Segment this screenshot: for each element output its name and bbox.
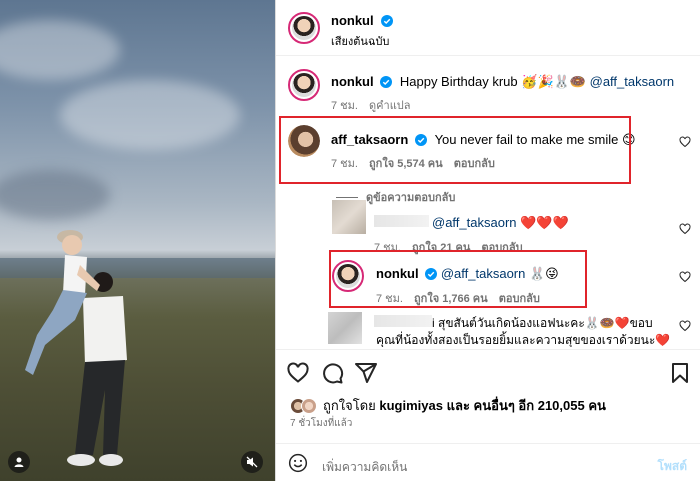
muted-speaker-icon <box>246 456 258 468</box>
reply-avatar[interactable] <box>328 312 362 344</box>
cloud <box>60 80 240 150</box>
post-panel: nonkul เสียงต้นฉบับ nonkul Happy Birthda… <box>275 0 700 481</box>
user-icon <box>14 457 24 467</box>
reply-body: ❤️❤️❤️ <box>520 215 569 230</box>
comment-icon[interactable] <box>320 361 344 385</box>
cloud <box>0 20 120 80</box>
caption-mention[interactable]: @aff_taksaorn <box>590 74 675 89</box>
post-author-username[interactable]: nonkul <box>331 13 374 28</box>
like-comment-icon[interactable] <box>679 136 691 148</box>
cloud <box>0 170 110 220</box>
tagged-users-button[interactable] <box>8 451 30 473</box>
avatar[interactable] <box>288 12 320 44</box>
reply-username[interactable] <box>374 315 432 327</box>
emoji-icon[interactable] <box>288 453 308 473</box>
audio-label[interactable]: เสียงต้นฉบับ <box>331 32 389 50</box>
post-time[interactable]: 7 ชั่วโมงที่แล้ว <box>290 416 352 431</box>
liker-username[interactable]: kugimiyas <box>379 398 443 413</box>
post-comment-button[interactable]: โพสต์ <box>658 457 687 476</box>
caption-time: 7 ชม. <box>331 100 358 112</box>
reply-mention[interactable]: @aff_taksaorn <box>432 215 517 230</box>
reply-text: @aff_taksaorn ❤️❤️❤️ <box>432 215 569 231</box>
likes-prefix: ถูกใจโดย <box>323 398 376 413</box>
like-comment-icon[interactable] <box>679 320 691 332</box>
action-bar <box>276 357 700 387</box>
see-translation-link[interactable]: ดูคำแปล <box>369 100 411 112</box>
likes-and: และ <box>446 398 470 413</box>
caption-avatar[interactable] <box>288 69 320 101</box>
likes-others[interactable]: คนอื่นๆ อีก 210,055 คน <box>474 395 606 416</box>
reply-avatar[interactable] <box>332 200 366 234</box>
highlight-box <box>329 250 587 308</box>
comments-section: nonkul Happy Birthday krub 🥳🎉🐰🍩 @aff_tak… <box>276 57 700 347</box>
verified-badge-icon <box>380 76 393 88</box>
verified-badge-icon <box>381 15 394 27</box>
like-comment-icon[interactable] <box>679 223 691 235</box>
liker-avatar <box>301 397 317 414</box>
post-header: nonkul เสียงต้นฉบับ <box>276 0 700 56</box>
share-icon[interactable] <box>354 361 378 385</box>
bookmark-icon[interactable] <box>668 361 692 385</box>
add-comment-bar: เพิ่มความคิดเห็น โพสต์ <box>276 443 700 481</box>
comment-input[interactable]: เพิ่มความคิดเห็น <box>322 458 407 477</box>
mute-button[interactable] <box>241 451 263 473</box>
likes-summary[interactable]: ถูกใจโดย kugimiyas และ คนอื่นๆ อีก 210,0… <box>290 395 606 416</box>
like-comment-icon[interactable] <box>679 271 691 283</box>
like-icon[interactable] <box>286 361 310 385</box>
caption-text: nonkul Happy Birthday krub 🥳🎉🐰🍩 @aff_tak… <box>331 74 674 90</box>
woman-figure <box>25 230 100 375</box>
caption-username[interactable]: nonkul <box>331 74 374 89</box>
caption-body: Happy Birthday krub 🥳🎉🐰🍩 <box>399 74 586 89</box>
reply-body-line2: คุณที่น้องทั้งสองเป็นรอยยิ้มและความสุขขอ… <box>376 333 671 347</box>
highlight-box <box>279 116 631 184</box>
reply-username[interactable] <box>374 215 429 227</box>
divider <box>276 349 700 350</box>
post-media[interactable] <box>0 0 275 481</box>
